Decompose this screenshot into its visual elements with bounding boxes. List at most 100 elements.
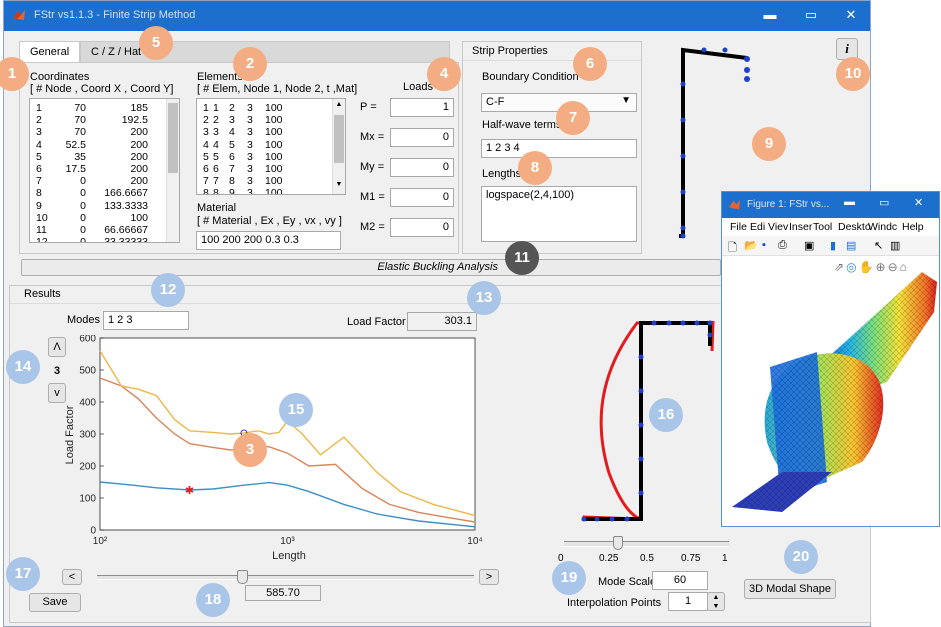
3d-mode-shape-plot bbox=[732, 272, 937, 512]
coordinate-row[interactable]: 2 70 192.5 bbox=[30, 114, 179, 126]
figure-menu-item[interactable]: Deskto bbox=[838, 221, 871, 233]
modes-label: Modes bbox=[67, 314, 101, 326]
figure-maximize-button[interactable]: ▭ bbox=[879, 196, 889, 209]
coordinate-row[interactable]: 12 0 33.33333 bbox=[30, 236, 179, 243]
load-field[interactable]: 0 bbox=[390, 128, 454, 147]
element-row[interactable]: 3 3 4 3 100 bbox=[197, 126, 345, 138]
coordinate-row[interactable]: 3 70 200 bbox=[30, 126, 179, 138]
element-cell: 9 bbox=[229, 187, 235, 195]
coordinate-row[interactable]: 4 52.5 200 bbox=[30, 139, 179, 151]
element-row[interactable]: 5 5 6 3 100 bbox=[197, 151, 345, 163]
element-row[interactable]: 1 1 2 3 100 bbox=[197, 102, 345, 114]
coordinate-row[interactable]: 6 17.5 200 bbox=[30, 163, 179, 175]
half-wave-field[interactable]: 1 2 3 4 bbox=[481, 139, 637, 158]
load-field[interactable]: 1 bbox=[390, 98, 454, 117]
element-row[interactable]: 2 2 3 3 100 bbox=[197, 114, 345, 126]
coordinate-row[interactable]: 11 0 66.66667 bbox=[30, 224, 179, 236]
coordinate-cell: 2 bbox=[36, 114, 42, 127]
element-row[interactable]: 4 4 5 3 100 bbox=[197, 139, 345, 151]
figure-close-button[interactable]: ✕ bbox=[914, 196, 923, 209]
load-field[interactable]: 0 bbox=[390, 158, 454, 177]
print-icon[interactable]: ⎙ bbox=[778, 239, 787, 252]
material-title: Material bbox=[197, 202, 237, 214]
x-tick-label: 10⁴ bbox=[467, 536, 482, 547]
new-figure-icon[interactable]: 🗋 bbox=[728, 239, 737, 258]
coordinate-cell: 33.33333 bbox=[104, 236, 148, 243]
interpolation-points-field[interactable]: 1 bbox=[668, 592, 708, 611]
colorbar-icon[interactable]: ▮ bbox=[830, 239, 836, 252]
figure-minimize-button[interactable]: ▬ bbox=[844, 196, 855, 208]
element-cell: 3 bbox=[247, 126, 253, 139]
load-field[interactable]: 0 bbox=[390, 218, 454, 237]
coordinate-row[interactable]: 9 0 133.3333 bbox=[30, 200, 179, 212]
previous-length-button[interactable]: < bbox=[62, 569, 82, 585]
half-wave-label: Half-wave terms bbox=[482, 119, 562, 131]
lengths-field[interactable]: logspace(2,4,100) bbox=[481, 186, 637, 242]
open-file-icon[interactable]: 📂 bbox=[744, 239, 758, 252]
coordinate-cell: 200 bbox=[130, 138, 148, 151]
boundary-condition-value: C-F bbox=[486, 96, 505, 108]
coordinate-row[interactable]: 10 0 100 bbox=[30, 212, 179, 224]
element-cell: 5 bbox=[213, 150, 219, 163]
plot-area bbox=[99, 337, 476, 531]
3d-modal-shape-button[interactable]: 3D Modal Shape bbox=[744, 579, 836, 599]
elastic-buckling-analysis-button[interactable]: Elastic Buckling Analysis bbox=[21, 259, 721, 276]
coordinate-row[interactable]: 7 0 200 bbox=[30, 175, 179, 187]
coordinate-cell: 9 bbox=[36, 199, 42, 212]
figure-menu-item[interactable]: Edi bbox=[750, 221, 765, 233]
minimize-button[interactable]: ▬ bbox=[760, 6, 780, 24]
interpolation-spinner[interactable]: ▲ ▼ bbox=[707, 592, 725, 611]
y-tick-label: 200 bbox=[79, 462, 96, 473]
property-editor-icon[interactable]: ▥ bbox=[890, 239, 900, 252]
figure-menu-item[interactable]: Help bbox=[902, 221, 924, 233]
load-label: Mx = bbox=[360, 131, 385, 143]
figure-menu-item[interactable]: Inser bbox=[789, 221, 812, 233]
elements-list[interactable]: 1 1 2 3 100 2 2 3 3 100 3 3 4 3 100 4 4 5 3 100 5 5 6 3 100 6 6 7 3 1… bbox=[196, 98, 346, 195]
mode-scale-slider-thumb[interactable] bbox=[613, 536, 623, 550]
coordinates-list[interactable]: 1 70 185 2 70 192.5 3 70 200 4 52.5 200 5 35 200 6 17.5 2… bbox=[29, 98, 180, 243]
figure-menu-item[interactable]: Windc bbox=[868, 221, 897, 233]
mode-scale-field[interactable]: 60 bbox=[652, 571, 708, 590]
coordinate-row[interactable]: 5 35 200 bbox=[30, 151, 179, 163]
coordinate-row[interactable]: 8 0 166.6667 bbox=[30, 187, 179, 199]
element-cell: 1 bbox=[213, 102, 219, 114]
load-label: P = bbox=[360, 101, 377, 113]
element-row[interactable]: 8 8 9 3 100 bbox=[197, 187, 345, 195]
select-pointer-icon[interactable]: ↖ bbox=[874, 239, 883, 252]
figure-menu-item[interactable]: File bbox=[730, 221, 747, 233]
element-cell: 100 bbox=[265, 175, 283, 188]
close-button[interactable]: ✕ bbox=[841, 6, 861, 24]
coordinate-row[interactable]: 1 70 185 bbox=[30, 102, 179, 114]
next-length-button[interactable]: > bbox=[479, 569, 499, 585]
load-field[interactable]: 0 bbox=[390, 188, 454, 207]
coordinate-cell: 200 bbox=[130, 150, 148, 163]
link-plot-icon[interactable]: ▣ bbox=[804, 239, 814, 252]
element-cell: 4 bbox=[213, 138, 219, 151]
figure-menu-item[interactable]: Viev bbox=[768, 221, 788, 233]
mode-scale-slider[interactable] bbox=[564, 541, 729, 547]
element-cell: 6 bbox=[213, 162, 219, 175]
coordinate-cell: 0 bbox=[80, 175, 86, 188]
material-field[interactable]: 100 200 200 0.3 0.3 bbox=[196, 231, 341, 250]
element-row[interactable]: 6 6 7 3 100 bbox=[197, 163, 345, 175]
annotation-badge: 14 bbox=[6, 350, 40, 384]
maximize-button[interactable]: ▭ bbox=[801, 6, 821, 24]
save-figure-icon[interactable]: ▪ bbox=[762, 239, 766, 251]
load-factor-value: 303.1 bbox=[407, 312, 477, 331]
tab-label: General bbox=[30, 46, 70, 58]
tab-general[interactable]: General bbox=[19, 41, 81, 63]
element-row[interactable]: 7 7 8 3 100 bbox=[197, 175, 345, 187]
coordinate-cell: 166.6667 bbox=[104, 187, 148, 200]
annotation-badge: 8 bbox=[518, 151, 552, 185]
legend-icon[interactable]: ▤ bbox=[846, 239, 856, 252]
save-button[interactable]: Save bbox=[29, 593, 81, 612]
annotation-badge: 7 bbox=[556, 101, 590, 135]
length-slider-thumb[interactable] bbox=[237, 570, 248, 584]
modes-field[interactable]: 1 2 3 bbox=[103, 311, 189, 330]
elements-scrollbar[interactable]: ▲ ▼ bbox=[332, 99, 345, 194]
length-slider[interactable] bbox=[97, 575, 474, 580]
y-tick-label: 300 bbox=[79, 430, 96, 441]
figure-menu-item[interactable]: Tool bbox=[813, 221, 832, 233]
coordinates-scrollbar[interactable] bbox=[166, 99, 179, 242]
element-cell: 2 bbox=[203, 114, 209, 127]
